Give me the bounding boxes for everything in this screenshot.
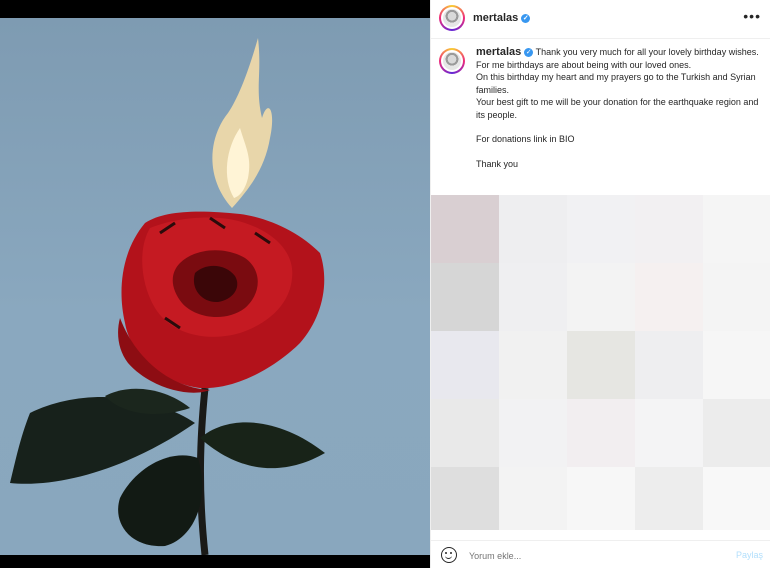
caption-line-2: For me birthdays are about being with ou…: [476, 59, 692, 70]
comment-input[interactable]: [467, 545, 711, 567]
blurred-tile: [703, 467, 770, 530]
blurred-tile: [635, 195, 703, 263]
blurred-tile: [431, 399, 499, 467]
verified-badge-icon: ✓: [521, 13, 531, 23]
instagram-post: mertalas ✓ ••• mertalas ✓ Thank you very m…: [0, 0, 770, 569]
caption-line-1: Thank you very much for all your lovely …: [535, 47, 759, 57]
blurred-tile: [567, 467, 635, 530]
blurred-tile: [499, 263, 567, 331]
caption-verified-badge-icon: ✓: [524, 48, 534, 58]
blurred-tile: [703, 399, 770, 467]
caption-line-donations: For donations link in BIO: [476, 134, 575, 144]
blurred-tile: [499, 399, 567, 467]
blurred-tile: [567, 399, 635, 467]
caption-line-3: On this birthday my heart and my prayers…: [476, 72, 756, 95]
blurred-tile: [567, 263, 635, 331]
caption-avatar[interactable]: [439, 48, 465, 74]
blurred-tile: [567, 195, 635, 263]
post-header: mertalas ✓ •••: [431, 0, 770, 39]
more-options-icon[interactable]: •••: [743, 8, 761, 24]
blurred-tile: [635, 331, 703, 399]
blurred-tile: [703, 195, 770, 263]
blurred-tile: [431, 331, 499, 399]
author-username-text[interactable]: mertalas: [473, 12, 518, 24]
blurred-comments-area: [431, 195, 770, 530]
blurred-tile: [635, 399, 703, 467]
caption-username[interactable]: mertalas: [476, 46, 521, 58]
blurred-tile: [703, 331, 770, 399]
post-media: [0, 0, 430, 568]
burning-rose-image: [10, 38, 325, 555]
post-side-panel: mertalas ✓ ••• mertalas ✓ Thank you very m…: [430, 0, 770, 569]
emoji-icon[interactable]: [441, 547, 457, 563]
post-photo[interactable]: [0, 18, 430, 555]
caption-line-thanks: Thank you: [476, 158, 519, 169]
comment-bar: Paylaş: [431, 540, 770, 569]
blurred-tile: [431, 467, 499, 530]
blurred-tile: [567, 331, 635, 399]
blurred-tile: [703, 263, 770, 331]
caption-text: mertalas ✓ Thank you very much for all yo…: [476, 46, 761, 170]
author-avatar[interactable]: [439, 5, 465, 31]
author-username[interactable]: mertalas ✓: [473, 12, 531, 24]
blurred-tile: [499, 467, 567, 530]
blurred-tile: [431, 263, 499, 331]
caption-line-4: Your best gift to me will be your donati…: [476, 97, 759, 120]
blurred-tile: [635, 467, 703, 530]
share-button[interactable]: Paylaş: [736, 550, 763, 560]
blurred-tile: [431, 195, 499, 263]
blurred-tile: [499, 195, 567, 263]
blurred-tile: [635, 263, 703, 331]
blurred-tile: [499, 331, 567, 399]
